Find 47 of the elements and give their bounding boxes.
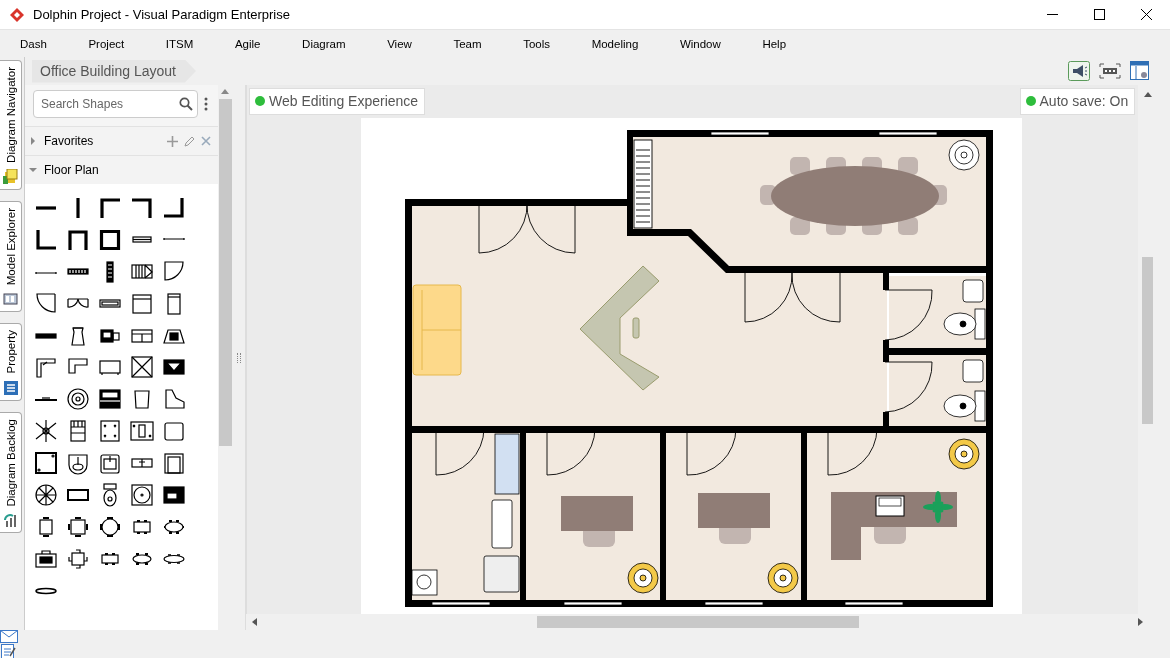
side-tab[interactable]: Property <box>0 323 22 401</box>
search-icon <box>179 97 193 111</box>
menu-item[interactable]: Window <box>667 34 733 53</box>
close-icon[interactable] <box>1141 9 1152 20</box>
pencil-icon[interactable] <box>184 135 195 147</box>
megaphone-icon[interactable] <box>1068 61 1090 81</box>
add-icon[interactable] <box>167 135 178 147</box>
menu-item[interactable]: Dash <box>8 34 59 53</box>
palette-group-header[interactable]: Favorites <box>25 126 218 155</box>
menu-item[interactable]: Diagram <box>290 34 358 53</box>
menu-item[interactable]: ITSM <box>153 34 206 53</box>
app-logo-icon <box>9 6 25 23</box>
scrollbar-thumb[interactable] <box>218 99 232 446</box>
search-field[interactable]: Search Shapes <box>33 90 198 118</box>
palette-group-header[interactable]: Floor Plan <box>25 155 218 184</box>
tab-icon <box>2 512 19 529</box>
status-dot <box>255 96 265 106</box>
menu-item[interactable]: Modeling <box>579 34 651 53</box>
tab-icon <box>2 379 19 396</box>
menu-item[interactable]: Help <box>750 34 799 53</box>
more-options-icon[interactable] <box>204 97 208 111</box>
breadcrumb-item[interactable]: Office Building Layout <box>32 59 196 83</box>
mail-icon[interactable] <box>0 630 18 643</box>
menu-item[interactable]: Project <box>76 34 137 53</box>
tab-icon <box>2 291 19 308</box>
scroll-left-icon[interactable] <box>252 618 257 626</box>
menu-item[interactable]: View <box>375 34 424 53</box>
scrollbar-thumb[interactable] <box>1142 257 1154 424</box>
notes-icon[interactable] <box>0 643 16 658</box>
scroll-up-icon[interactable] <box>1143 92 1152 97</box>
maximize-icon[interactable] <box>1094 9 1105 20</box>
fit-diagram-icon[interactable] <box>1099 63 1121 79</box>
splitter-handle[interactable] <box>236 352 241 363</box>
side-tab[interactable]: Diagram Backlog <box>0 411 22 534</box>
scrollbar-thumb[interactable] <box>537 616 859 628</box>
window-title: Dolphin Project - Visual Paradigm Enterprise <box>33 7 290 22</box>
menu-item[interactable]: Team <box>441 34 494 53</box>
scroll-right-icon[interactable] <box>1138 618 1143 626</box>
layout-panel-icon[interactable] <box>1130 61 1150 81</box>
menu-item[interactable]: Agile <box>222 34 273 53</box>
scroll-up-icon[interactable] <box>221 89 229 94</box>
autosave-badge[interactable]: Auto save: On <box>1019 88 1136 115</box>
menu-item[interactable]: Tools <box>511 34 563 53</box>
tab-icon <box>2 168 19 185</box>
side-tab[interactable]: Model Explorer <box>0 200 22 313</box>
editing-status-badge: Web Editing Experience <box>249 88 426 115</box>
side-tab[interactable]: Diagram Navigator <box>0 60 22 190</box>
